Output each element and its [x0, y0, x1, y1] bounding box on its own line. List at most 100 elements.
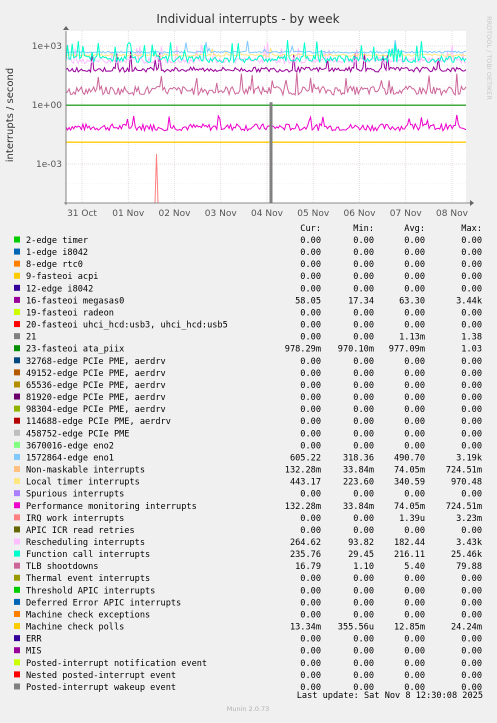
legend-value-min: 0.00	[353, 647, 374, 657]
legend-value-avg: 0.00	[404, 284, 425, 294]
legend-label: 32768-edge PCIe PME, aerdrv	[26, 357, 166, 367]
legend-value-min: 0.00	[353, 671, 374, 681]
legend-label: MIS	[26, 647, 42, 657]
legend-value-min: 0.00	[353, 260, 374, 270]
legend-label: 12-edge i8042	[26, 284, 93, 294]
x-tick-label: 03 Nov	[205, 209, 238, 219]
legend-value-min: 0.00	[353, 514, 374, 524]
legend-value-avg: 0.00	[404, 357, 425, 367]
legend-swatch	[14, 659, 20, 666]
legend-label: Posted-interrupt wakeup event	[26, 683, 176, 693]
x-tick-label: 31 Oct	[67, 209, 97, 219]
legend-swatch	[14, 369, 20, 376]
legend-value-min: 17.34	[348, 296, 374, 306]
legend-value-avg: 0.00	[404, 321, 425, 331]
legend-swatch	[14, 321, 20, 328]
legend-value-max: 0.00	[461, 441, 482, 451]
legend-value-max: 79.88	[456, 562, 482, 572]
legend-value-avg: 0.00	[404, 526, 425, 536]
legend-label: Machine check polls	[26, 623, 124, 633]
legend-label: 19-fasteoi radeon	[26, 308, 114, 318]
legend-value-min: 0.00	[353, 586, 374, 596]
legend-value-cur: 0.00	[300, 417, 321, 427]
legend-value-min: 93.82	[348, 538, 374, 548]
legend-label: Threshold APIC interrupts	[26, 586, 155, 596]
legend-value-avg: 0.00	[404, 610, 425, 620]
legend-value-cur: 13.34m	[290, 623, 321, 633]
legend-value-avg: 0.00	[404, 647, 425, 657]
legend-value-cur: 0.00	[300, 308, 321, 318]
legend-label: TLB shootdowns	[26, 562, 98, 572]
legend-value-avg: 0.00	[404, 308, 425, 318]
legend-swatch	[14, 514, 20, 521]
legend-value-avg: 0.00	[404, 659, 425, 669]
legend-value-avg: 0.00	[404, 635, 425, 645]
legend-value-min: 0.00	[353, 417, 374, 427]
legend-value-avg: 0.00	[404, 574, 425, 584]
legend-value-cur: 605.22	[290, 453, 321, 463]
munin-version: Munin 2.0.73	[227, 705, 270, 713]
y-tick-label: 1e+03	[32, 42, 62, 52]
legend-label: Function call interrupts	[26, 550, 150, 560]
legend-value-min: 0.00	[353, 393, 374, 403]
legend-label: Rescheduling interrupts	[26, 538, 145, 548]
legend-swatch	[14, 562, 20, 569]
legend-swatch	[14, 429, 20, 436]
legend-value-min: 33.84m	[343, 502, 374, 512]
legend-swatch	[14, 478, 20, 485]
legend-value-avg: 1.39u	[399, 514, 425, 524]
legend-label: 65536-edge PCIe PME, aerdrv	[26, 381, 166, 391]
legend-value-avg: 1.13m	[399, 333, 425, 343]
legend-value-avg: 0.00	[404, 586, 425, 596]
legend-value-min: 0.00	[353, 635, 374, 645]
legend-label: 49152-edge PCIe PME, aerdrv	[26, 369, 166, 379]
x-tick-label: 01 Nov	[112, 209, 145, 219]
legend-value-max: 25.46k	[451, 550, 483, 560]
legend-value-avg: 0.00	[404, 405, 425, 415]
legend-value-cur: 443.17	[290, 478, 321, 488]
legend-value-min: 0.00	[353, 248, 374, 258]
legend-value-min: 0.00	[353, 610, 374, 620]
legend-value-min: 0.00	[353, 490, 374, 500]
legend-value-max: 724.51m	[446, 466, 482, 476]
legend-value-cur: 0.00	[300, 647, 321, 657]
legend-swatch	[14, 598, 20, 605]
legend-label: APIC ICR read retries	[26, 526, 135, 536]
legend-value-avg: 0.00	[404, 260, 425, 270]
x-tick-label: 02 Nov	[159, 209, 192, 219]
legend-value-min: 0.00	[353, 236, 374, 246]
legend-swatch	[14, 381, 20, 388]
x-tick-label: 06 Nov	[344, 209, 377, 219]
legend-value-cur: 978.29m	[285, 345, 321, 355]
legend-value-max: 3.19k	[456, 453, 483, 463]
legend-label: Non-maskable interrupts	[26, 466, 145, 476]
x-tick-label: 08 Nov	[436, 209, 469, 219]
legend-value-max: 1.03	[461, 345, 482, 355]
legend-swatch	[14, 284, 20, 291]
legend-value-max: 0.00	[461, 490, 482, 500]
legend-swatch	[14, 574, 20, 581]
legend-swatch	[14, 610, 20, 617]
legend-value-avg: 0.00	[404, 381, 425, 391]
legend-swatch	[14, 417, 20, 424]
legend-value-cur: 0.00	[300, 610, 321, 620]
legend-value-avg: 74.05m	[394, 466, 425, 476]
legend-value-min: 318.36	[343, 453, 374, 463]
legend-swatch	[14, 647, 20, 654]
legend-label: IRQ work interrupts	[26, 514, 124, 524]
x-tick-label: 05 Nov	[297, 209, 330, 219]
legend-swatch	[14, 671, 20, 678]
legend-swatch	[14, 623, 20, 630]
legend-value-min: 223.60	[343, 478, 374, 488]
legend-value-min: 0.00	[353, 598, 374, 608]
legend-swatch	[14, 333, 20, 340]
legend-value-cur: 0.00	[300, 260, 321, 270]
legend-value-avg: 0.00	[404, 417, 425, 427]
legend-swatch	[14, 345, 20, 352]
legend-value-max: 0.00	[461, 248, 482, 258]
y-tick-label: 1e-03	[36, 160, 62, 170]
legend-label: Nested posted-interrupt event	[26, 671, 176, 681]
legend: Cur: Min: Avg: Max: 2-edge timer 0.00 0.00 0.00…	[14, 224, 483, 693]
legend-value-max: 0.00	[461, 610, 482, 620]
legend-value-min: 0.00	[353, 308, 374, 318]
